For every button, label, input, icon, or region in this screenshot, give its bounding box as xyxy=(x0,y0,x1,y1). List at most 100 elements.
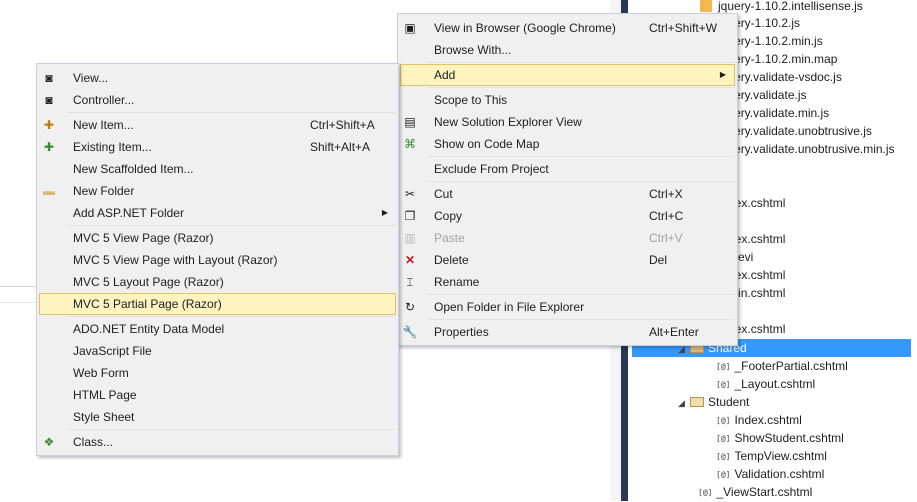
tree-item-label: _Layout.cshtml xyxy=(734,377,816,391)
menu-item-label: View in Browser (Google Chrome) xyxy=(434,21,616,35)
menu-item-javascript-file[interactable]: JavaScript File xyxy=(39,340,396,362)
new-item-icon: ✚ xyxy=(43,118,55,132)
submenu-arrow-icon: ▶ xyxy=(719,70,726,79)
menu-item-delete[interactable]: ✕ Delete Del xyxy=(400,249,735,271)
menu-item-label: Delete xyxy=(434,253,469,267)
tree-item-label: jquery.validate.unobtrusive.js xyxy=(718,124,872,138)
tree-item-file[interactable]: [@] _FooterPartial.cshtml xyxy=(716,357,848,375)
new-folder-icon: ▬ xyxy=(43,184,55,198)
menu-item-new-scaffolded-item[interactable]: New Scaffolded Item... xyxy=(39,158,396,180)
menu-separator xyxy=(67,316,396,317)
menu-item-label: MVC 5 View Page with Layout (Razor) xyxy=(73,253,278,267)
menu-item-new-solution-explorer-view[interactable]: ▤ New Solution Explorer View xyxy=(400,111,735,133)
menu-item-properties[interactable]: 🔧 Properties Alt+Enter xyxy=(400,321,735,343)
menu-item-label: Controller... xyxy=(73,93,135,107)
menu-item-shortcut: Ctrl+X xyxy=(649,187,683,201)
menu-item-open-folder[interactable]: ↻ Open Folder in File Explorer xyxy=(400,296,735,318)
menu-item-shortcut: Del xyxy=(649,253,668,267)
context-menu: ▣ View in Browser (Google Chrome) Ctrl+S… xyxy=(397,13,738,346)
razor-file-icon: [@] xyxy=(716,362,731,371)
menu-item-label: Add ASP.NET Folder xyxy=(73,206,184,220)
menu-item-label: Browse With... xyxy=(434,43,512,57)
menu-item-browse-with[interactable]: Browse With... xyxy=(400,39,735,61)
menu-item-new-folder[interactable]: ▬ New Folder xyxy=(39,180,396,202)
menu-item-existing-item[interactable]: ✚ Existing Item... Shift+Alt+A xyxy=(39,136,396,158)
tree-item-file[interactable]: jquery.validate.unobtrusive.min.js xyxy=(718,140,895,158)
tree-item-file[interactable]: [@] ShowStudent.cshtml xyxy=(716,429,844,447)
menu-item-shortcut: Ctrl+C xyxy=(649,209,684,223)
razor-file-icon: [@] xyxy=(698,488,713,497)
menu-item-label: Style Sheet xyxy=(73,410,135,424)
razor-file-icon: [@] xyxy=(716,434,731,443)
menu-item-cut[interactable]: ✂ Cut Ctrl+X xyxy=(400,183,735,205)
refresh-arrow-icon: ↻ xyxy=(404,300,416,314)
razor-file-icon: [@] xyxy=(716,452,731,461)
code-map-icon: ⌘ xyxy=(404,137,416,151)
controller-icon: ◙ xyxy=(45,93,53,107)
menu-item-copy[interactable]: ❐ Copy Ctrl+C xyxy=(400,205,735,227)
menu-item-label: View... xyxy=(73,71,109,85)
tree-item-file[interactable]: [@] Validation.cshtml xyxy=(716,465,824,483)
menu-item-rename[interactable]: ⌶ Rename xyxy=(400,271,735,293)
expand-triangle-icon[interactable]: ◢ xyxy=(678,394,690,412)
menu-separator xyxy=(428,294,735,295)
menu-item-html-page[interactable]: HTML Page xyxy=(39,384,396,406)
menu-item-shortcut: Ctrl+Shift+W xyxy=(649,21,718,35)
menu-item-mvc5-layout-page[interactable]: MVC 5 Layout Page (Razor) xyxy=(39,271,396,293)
tree-item-file[interactable]: [@] Index.cshtml xyxy=(716,411,802,429)
editor-divider xyxy=(0,286,36,287)
menu-item-style-sheet[interactable]: Style Sheet xyxy=(39,406,396,428)
tree-item-file[interactable]: jquery.validate.unobtrusive.js xyxy=(718,122,872,140)
tree-item-file[interactable]: [@] _Layout.cshtml xyxy=(716,375,815,393)
menu-item-shortcut: Shift+Alt+A xyxy=(310,140,371,154)
tree-item-student-folder[interactable]: ◢ Student xyxy=(678,393,749,411)
menu-item-label: Rename xyxy=(434,275,480,289)
tree-item-file[interactable]: [@] _ViewStart.cshtml xyxy=(698,483,812,501)
menu-separator xyxy=(428,62,735,63)
menu-item-exclude-from-project[interactable]: Exclude From Project xyxy=(400,158,735,180)
menu-item-mvc5-partial-page[interactable]: MVC 5 Partial Page (Razor) xyxy=(39,293,396,315)
razor-file-icon: [@] xyxy=(716,416,731,425)
menu-item-new-item[interactable]: ✚ New Item... Ctrl+Shift+A xyxy=(39,114,396,136)
editor-divider xyxy=(0,302,36,303)
scissors-icon: ✂ xyxy=(404,187,416,201)
menu-item-label: MVC 5 Partial Page (Razor) xyxy=(73,297,222,311)
menu-separator xyxy=(67,112,396,113)
menu-item-label: Class... xyxy=(73,435,114,449)
tree-item-label: ShowStudent.cshtml xyxy=(734,431,844,445)
menu-item-mvc5-view-page-layout[interactable]: MVC 5 View Page with Layout (Razor) xyxy=(39,249,396,271)
menu-separator xyxy=(67,429,396,430)
menu-item-shortcut: Ctrl+Shift+A xyxy=(310,118,375,132)
tree-item-label: Index.cshtml xyxy=(734,413,802,427)
menu-item-shortcut: Ctrl+V xyxy=(649,231,683,245)
menu-item-label: ADO.NET Entity Data Model xyxy=(73,322,225,336)
paste-icon: ▥ xyxy=(404,231,416,245)
menu-item-ado-net[interactable]: ADO.NET Entity Data Model xyxy=(39,318,396,340)
menu-item-class[interactable]: ❖ Class... xyxy=(39,431,396,453)
menu-item-web-form[interactable]: Web Form xyxy=(39,362,396,384)
menu-separator xyxy=(428,181,735,182)
tree-item-label: _ViewStart.cshtml xyxy=(716,485,813,499)
menu-item-label: Copy xyxy=(434,209,463,223)
tree-item-label: jquery.validate.unobtrusive.min.js xyxy=(718,142,895,156)
wrench-icon: 🔧 xyxy=(402,325,418,339)
solution-explorer-icon: ▤ xyxy=(404,115,416,129)
menu-item-view-in-browser[interactable]: ▣ View in Browser (Google Chrome) Ctrl+S… xyxy=(400,17,735,39)
menu-item-label: Cut xyxy=(434,187,453,201)
menu-item-view[interactable]: ◙ View... xyxy=(39,67,396,89)
menu-item-label: JavaScript File xyxy=(73,344,152,358)
menu-item-shortcut: Alt+Enter xyxy=(649,325,699,339)
menu-separator xyxy=(428,156,735,157)
tree-item-label: jquery-1.10.2.intellisense.js xyxy=(718,0,863,13)
menu-item-mvc5-view-page[interactable]: MVC 5 View Page (Razor) xyxy=(39,227,396,249)
menu-item-add[interactable]: Add ▶ xyxy=(400,64,735,86)
menu-separator xyxy=(428,319,735,320)
menu-item-scope-to-this[interactable]: Scope to This xyxy=(400,89,735,111)
menu-item-label: New Solution Explorer View xyxy=(434,115,582,129)
tree-item-file[interactable]: [@] TempView.cshtml xyxy=(716,447,827,465)
menu-item-controller[interactable]: ◙ Controller... xyxy=(39,89,396,111)
menu-item-show-on-code-map[interactable]: ⌘ Show on Code Map xyxy=(400,133,735,155)
tree-item-label: Student xyxy=(708,395,750,409)
menu-item-add-aspnet-folder[interactable]: Add ASP.NET Folder ▶ xyxy=(39,202,396,224)
menu-item-label: Web Form xyxy=(73,366,129,380)
